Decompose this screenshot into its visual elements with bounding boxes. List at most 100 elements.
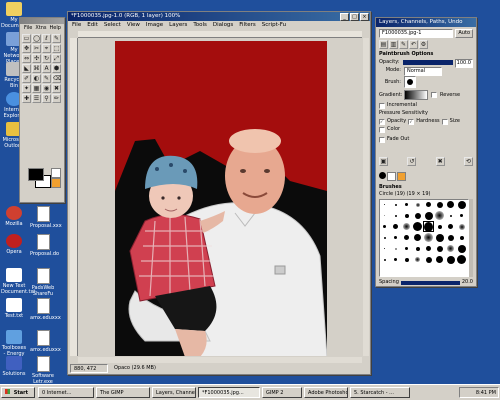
brush-swatch[interactable]	[380, 211, 389, 220]
tool-button-icon[interactable]: ⤢	[52, 54, 61, 63]
tool-button-icon[interactable]: ⇔	[22, 54, 31, 63]
spacing-slider[interactable]	[400, 281, 460, 285]
brush-swatch[interactable]	[446, 211, 455, 220]
desktop-icon[interactable]: PadsWeb ShareFu	[30, 268, 56, 297]
brush-preview[interactable]	[51, 168, 61, 178]
brush-swatch[interactable]	[457, 211, 466, 220]
image-menu-select[interactable]: Select	[104, 21, 121, 30]
image-menu-scriptfu[interactable]: Script-Fu	[262, 21, 286, 30]
brush-swatch[interactable]	[435, 200, 444, 209]
delete-options-icon[interactable]: ✖	[435, 157, 445, 166]
desktop-icon[interactable]: Proposal.xxx	[30, 206, 62, 229]
brush-swatch[interactable]	[380, 222, 389, 231]
tool-button-icon[interactable]: ✏	[52, 94, 61, 103]
tool-button-icon[interactable]: ✖	[52, 84, 61, 93]
brush-swatch[interactable]	[457, 255, 466, 264]
color-swatches[interactable]	[25, 166, 61, 190]
brush-swatch[interactable]	[402, 211, 411, 220]
pattern-preview[interactable]	[51, 178, 61, 188]
brush-swatch[interactable]	[435, 211, 444, 220]
brush-swatch[interactable]	[457, 233, 466, 242]
desktop-icon[interactable]: Proposal.do	[30, 234, 59, 257]
brush-swatch[interactable]	[446, 244, 455, 253]
brush-swatch[interactable]	[413, 244, 422, 253]
brush-swatch[interactable]	[402, 233, 411, 242]
brush-swatch[interactable]	[402, 222, 411, 231]
tab-undo-icon[interactable]: ↶	[409, 40, 418, 49]
brush-swatch[interactable]	[391, 255, 400, 264]
image-menu-tools[interactable]: Tools	[193, 21, 207, 30]
photo-canvas[interactable]	[115, 41, 327, 356]
tool-button-icon[interactable]: ✦	[22, 84, 31, 93]
tool-button-icon[interactable]: A	[42, 64, 51, 73]
brush-swatch[interactable]	[446, 222, 455, 231]
brush-swatch[interactable]	[435, 222, 444, 231]
incremental-checkbox[interactable]	[379, 102, 385, 109]
brush-swatch[interactable]	[413, 233, 422, 242]
layers-titlebar[interactable]: Layers, Channels, Paths, Undo	[376, 18, 476, 27]
spacing-value[interactable]: 20.0	[462, 279, 473, 286]
desktop-icon[interactable]: Solutions	[1, 356, 27, 377]
image-menu-filters[interactable]: Filters	[239, 21, 256, 30]
fg-indicator[interactable]	[379, 172, 386, 179]
brush-swatch[interactable]	[402, 255, 411, 264]
brush-grid-scrollbar[interactable]	[469, 199, 473, 277]
taskbar-button[interactable]: GIMP 2	[262, 387, 302, 398]
brush-swatch[interactable]	[423, 221, 434, 232]
taskbar-button[interactable]: Layers, Channel...	[152, 387, 196, 398]
hardness-checkbox[interactable]: ✓	[408, 118, 415, 125]
desktop-icon[interactable]: New Text Document.txt	[1, 268, 35, 295]
brush-swatch[interactable]	[413, 211, 422, 220]
image-titlebar[interactable]: *F1000035.jpg-1.0 (RGB, 1 layer) 100% _ …	[68, 12, 370, 21]
brush-swatch[interactable]	[424, 233, 433, 242]
toolbox-menu-help[interactable]: Help	[50, 24, 61, 32]
brush-swatch[interactable]	[457, 244, 466, 253]
image-menu-view[interactable]: View	[127, 21, 140, 30]
brush-swatch[interactable]	[391, 244, 400, 253]
brush-swatch[interactable]	[424, 211, 433, 220]
fade-checkbox[interactable]	[379, 136, 385, 143]
brush-swatch[interactable]	[391, 211, 400, 220]
image-select[interactable]: F1000035.jpg-1	[379, 29, 454, 38]
tool-button-icon[interactable]: ✎	[52, 34, 61, 43]
image-menu-image[interactable]: Image	[146, 21, 163, 30]
brush-swatch[interactable]	[402, 200, 411, 209]
image-menu-file[interactable]: File	[72, 21, 81, 30]
size-checkbox[interactable]	[441, 118, 448, 125]
tool-button-icon[interactable]: ⬢	[52, 64, 61, 73]
toolbox-menu-file[interactable]: File	[24, 24, 32, 32]
desktop-icon[interactable]: amx.eduxxx	[30, 330, 61, 353]
desktop-icon[interactable]: Opera	[1, 234, 27, 255]
brush-swatch[interactable]	[413, 255, 422, 264]
brush-swatch[interactable]	[391, 222, 400, 231]
tool-button-icon[interactable]: ✥	[22, 44, 31, 53]
brush-swatch[interactable]	[424, 255, 433, 264]
tool-button-icon[interactable]: ✂	[32, 44, 41, 53]
brush-swatch[interactable]	[380, 233, 389, 242]
desktop-icon[interactable]: Mozilla	[1, 206, 27, 227]
bg-indicator[interactable]	[387, 172, 396, 181]
auto-button[interactable]: Auto	[455, 29, 473, 38]
brush-swatch[interactable]	[457, 200, 466, 209]
tool-button-icon[interactable]: ◯	[32, 34, 41, 43]
image-menu-layers[interactable]: Layers	[169, 21, 187, 30]
reverse-checkbox[interactable]	[431, 92, 437, 98]
opacity-checkbox[interactable]: ✓	[379, 118, 385, 125]
tool-button-icon[interactable]: ⌫	[52, 74, 61, 83]
brush-swatch[interactable]	[380, 244, 389, 253]
brush-swatch[interactable]	[435, 244, 444, 253]
tool-button-icon[interactable]: ◣	[22, 64, 31, 73]
image-menu-edit[interactable]: Edit	[87, 21, 98, 30]
horizontal-scrollbar[interactable]	[78, 357, 362, 363]
toolbox-titlebar[interactable]	[20, 18, 64, 24]
tab-tool-options-icon[interactable]: ⚙	[419, 40, 428, 49]
image-menu-dialogs[interactable]: Dialogs	[213, 21, 233, 30]
tool-button-icon[interactable]: ▭	[22, 34, 31, 43]
taskbar-button[interactable]: Adobe Photoshop	[304, 387, 348, 398]
reset-options-icon[interactable]: ⟲	[463, 157, 473, 166]
canvas-area[interactable]	[78, 38, 362, 356]
taskbar-button[interactable]: 5. Starcatch - ...	[350, 387, 410, 398]
brush-swatch[interactable]	[457, 222, 466, 231]
brush-grid[interactable]	[379, 199, 469, 277]
desktop-icon[interactable]: Software Letr.exe	[30, 356, 56, 385]
